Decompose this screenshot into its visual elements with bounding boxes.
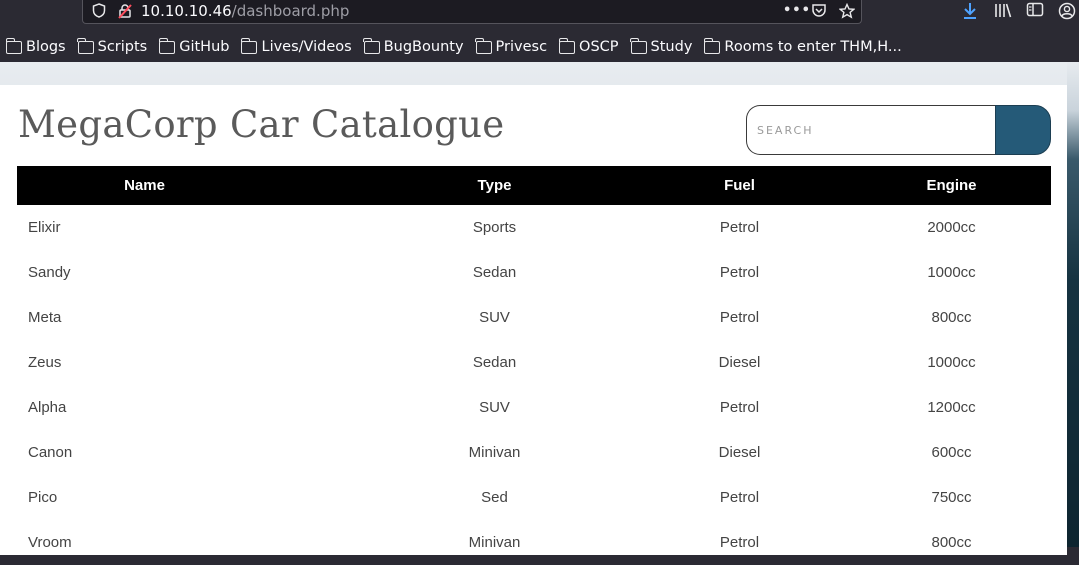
cell-engine: 1000cc — [927, 354, 976, 371]
cell-engine: 2000cc — [927, 219, 976, 236]
cell-name: Pico — [28, 489, 58, 506]
car-table: Name Type Fuel Engine Elixir Sports Petr… — [17, 166, 1051, 565]
search-input[interactable] — [746, 105, 998, 155]
bookmark-folder-oscp[interactable]: OSCP — [558, 37, 619, 55]
catalogue-panel: MegaCorp Car Catalogue Name Type Fuel En… — [0, 85, 1067, 555]
column-header-name: Name — [124, 177, 165, 194]
page-background — [1067, 62, 1079, 547]
table-row: Vroom Minivan Petrol 800cc — [17, 520, 1051, 565]
table-row: Meta SUV Petrol 800cc — [17, 295, 1051, 340]
cell-engine: 800cc — [931, 534, 972, 551]
search-button[interactable] — [995, 105, 1051, 155]
bookmark-folder-scripts[interactable]: Scripts — [77, 37, 148, 55]
cell-fuel: Petrol — [719, 399, 760, 416]
pocket-icon[interactable] — [811, 3, 827, 19]
cell-engine: 750cc — [931, 489, 972, 506]
bookmark-label: OSCP — [579, 39, 619, 55]
insecure-lock-icon[interactable] — [117, 3, 133, 19]
cell-type: Sedan — [472, 264, 517, 281]
cell-name: Meta — [28, 309, 62, 326]
table-row: Sandy Sedan Petrol 1000cc — [17, 250, 1051, 295]
bookmark-folder-blogs[interactable]: Blogs — [5, 37, 66, 55]
url-path: /dashboard.php — [231, 2, 350, 20]
bookmark-folder-rooms[interactable]: Rooms to enter THM,H... — [703, 37, 902, 55]
bookmark-label: BugBounty — [383, 39, 464, 55]
browser-toolbar: 10.10.10.46/dashboard.php ••• Blogs Scri… — [0, 0, 1079, 62]
bookmark-folder-study[interactable]: Study — [630, 37, 693, 55]
folder-icon — [363, 37, 380, 54]
page-viewport: MegaCorp Car Catalogue Name Type Fuel En… — [0, 62, 1079, 555]
table-header-row: Name Type Fuel Engine — [17, 166, 1051, 205]
cell-fuel: Diesel — [718, 444, 761, 461]
cell-fuel: Petrol — [719, 534, 760, 551]
address-bar[interactable]: 10.10.10.46/dashboard.php ••• — [82, 0, 862, 24]
search-form — [746, 105, 1051, 155]
bookmark-label: Blogs — [26, 39, 66, 55]
more-actions-icon[interactable]: ••• — [783, 3, 810, 19]
page-title: MegaCorp Car Catalogue — [18, 103, 505, 146]
cell-fuel: Diesel — [718, 354, 761, 371]
table-row: Zeus Sedan Diesel 1000cc — [17, 340, 1051, 385]
cell-name: Sandy — [28, 264, 71, 281]
cell-type: Sedan — [472, 354, 517, 371]
download-icon[interactable] — [960, 2, 980, 22]
cell-engine: 800cc — [931, 309, 972, 326]
table-row: Alpha SUV Petrol 1200cc — [17, 385, 1051, 430]
bookmark-folder-bugbounty[interactable]: BugBounty — [363, 37, 464, 55]
cell-type: Sed — [481, 489, 508, 506]
bookmark-label: Study — [650, 39, 693, 55]
cell-name: Zeus — [28, 354, 62, 371]
cell-name: Vroom — [28, 534, 72, 551]
bookmark-label: Privesc — [495, 39, 548, 55]
cell-engine: 1200cc — [927, 399, 976, 416]
account-icon[interactable] — [1057, 2, 1077, 22]
folder-icon — [77, 37, 94, 54]
column-header-fuel: Fuel — [724, 177, 755, 194]
cell-type: Minivan — [468, 534, 521, 551]
cell-fuel: Petrol — [719, 219, 760, 236]
url-host: 10.10.10.46 — [141, 2, 232, 20]
folder-icon — [475, 37, 492, 54]
bookmark-label: Scripts — [97, 39, 148, 55]
cell-name: Canon — [28, 444, 73, 461]
folder-icon — [630, 37, 647, 54]
folder-icon — [240, 37, 258, 54]
cell-type: SUV — [479, 399, 510, 416]
shield-icon[interactable] — [91, 3, 107, 19]
table-row: Canon Minivan Diesel 600cc — [17, 430, 1051, 475]
bookmark-star-icon[interactable] — [838, 2, 856, 19]
cell-type: Sports — [472, 219, 517, 236]
cell-name: Elixir — [28, 219, 61, 236]
bookmark-label: Lives/Videos — [261, 39, 352, 55]
bookmark-label: GitHub — [179, 39, 230, 55]
cell-fuel: Petrol — [719, 489, 760, 506]
url-text[interactable]: 10.10.10.46/dashboard.php — [141, 2, 349, 20]
cell-engine: 600cc — [931, 444, 972, 461]
folder-icon — [158, 37, 176, 54]
bookmark-folder-privesc[interactable]: Privesc — [475, 37, 548, 55]
bookmark-label: Rooms to enter THM,H... — [724, 39, 902, 55]
bookmark-folder-lives-videos[interactable]: Lives/Videos — [240, 37, 352, 55]
sidebar-icon[interactable] — [1025, 2, 1045, 22]
cell-type: SUV — [479, 309, 510, 326]
bookmarks-toolbar: Blogs Scripts GitHub Lives/Videos BugBou… — [0, 36, 908, 58]
folder-icon — [558, 37, 576, 54]
cell-name: Alpha — [28, 399, 67, 416]
cell-fuel: Petrol — [719, 309, 760, 326]
table-row: Elixir Sports Petrol 2000cc — [17, 205, 1051, 250]
column-header-engine: Engine — [926, 177, 977, 194]
folder-icon — [703, 37, 721, 54]
cell-type: Minivan — [468, 444, 521, 461]
column-header-type: Type — [477, 177, 512, 194]
bookmark-folder-github[interactable]: GitHub — [158, 37, 230, 55]
folder-icon — [5, 37, 22, 54]
library-icon[interactable] — [993, 2, 1013, 22]
cell-fuel: Petrol — [719, 264, 760, 281]
table-row: Pico Sed Petrol 750cc — [17, 475, 1051, 520]
cell-engine: 1000cc — [927, 264, 976, 281]
